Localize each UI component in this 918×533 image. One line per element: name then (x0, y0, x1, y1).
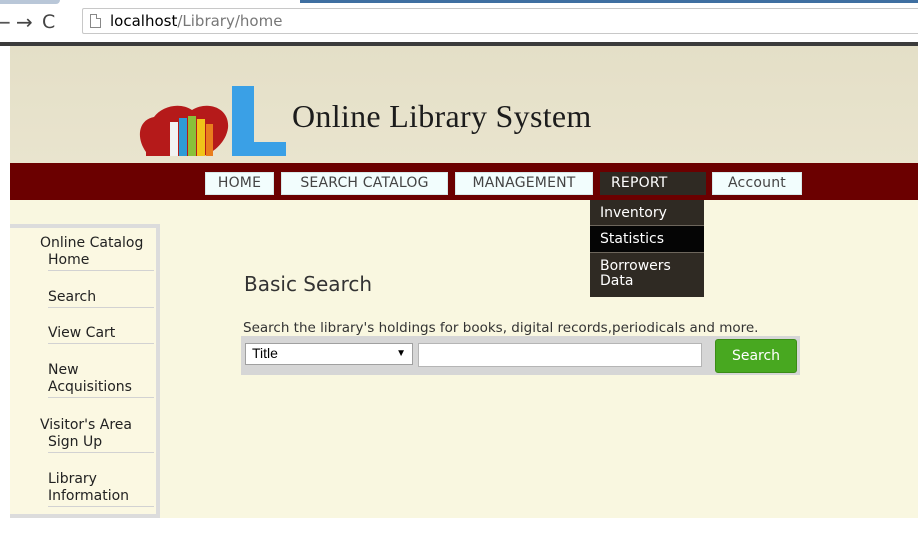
nav-search-catalog[interactable]: SEARCH CATALOG (281, 172, 448, 195)
logo-letter-l (232, 86, 286, 156)
menu-item-label-line1: Borrowers (600, 258, 671, 274)
sidebar-item-search[interactable]: Search (48, 289, 96, 306)
library-logo-icon (139, 86, 286, 156)
url-text[interactable]: localhost/Library/home (110, 12, 282, 30)
tab-strip-line (300, 0, 918, 3)
logo-book-1 (170, 122, 178, 156)
main-navbar: HOME SEARCH CATALOG MANAGEMENT REPORT Ac… (10, 163, 918, 200)
sidebar-item-new-line1[interactable]: New (48, 362, 79, 379)
menu-item-label-line2: Data (600, 273, 634, 289)
web-page: Online Library System HOME SEARCH CATALO… (0, 42, 918, 533)
tab-strip (0, 0, 918, 5)
back-button[interactable]: ← (0, 12, 11, 32)
sidebar-item-home[interactable]: Home (48, 252, 89, 269)
sidebar-item-new-acquisitions[interactable]: Acquisitions (48, 379, 132, 396)
menu-item-inventory[interactable]: Inventory (590, 200, 704, 226)
sidebar-item-library-information[interactable]: Information (48, 488, 129, 505)
search-input[interactable] (418, 343, 702, 367)
sidebar-divider (48, 506, 154, 507)
url-path: /Library/home (177, 12, 283, 30)
nav-report[interactable]: REPORT (600, 172, 706, 195)
sidebar-divider (48, 397, 154, 398)
page-icon (90, 14, 101, 28)
search-field-select[interactable]: Title ▼ (245, 343, 413, 365)
search-description: Search the library's holdings for books,… (243, 320, 759, 336)
logo-book-2 (179, 118, 187, 156)
site-title: Online Library System (292, 98, 592, 134)
sidebar-heading-online-catalog: Online Catalog (40, 235, 144, 251)
sidebar-divider (48, 270, 154, 271)
logo-book-5 (206, 124, 213, 156)
browser-toolbar: ← → C localhost/Library/home (0, 0, 918, 42)
nav-account[interactable]: Account (712, 172, 802, 195)
nav-home[interactable]: HOME (205, 172, 274, 195)
search-field-value: Title (252, 345, 278, 361)
sidebar-divider (48, 452, 154, 453)
page-bottom (0, 518, 918, 533)
logo-book-3 (188, 116, 196, 156)
sidebar-item-sign-up[interactable]: Sign Up (48, 434, 102, 451)
logo-book-4 (197, 119, 205, 156)
nav-management[interactable]: MANAGEMENT (455, 172, 593, 195)
search-bar: Title ▼ Search (241, 336, 800, 375)
menu-item-borrowers-data[interactable]: Borrowers Data (590, 253, 704, 297)
sidebar-item-library-line1[interactable]: Library (48, 471, 97, 488)
page-title: Basic Search (244, 272, 373, 296)
url-host: localhost (110, 12, 178, 30)
sidebar-divider (48, 343, 154, 344)
report-dropdown-menu: Inventory Statistics Borrowers Data (590, 200, 704, 297)
forward-button[interactable]: → (16, 12, 33, 32)
sidebar-heading-visitors-area: Visitor's Area (40, 417, 132, 433)
sidebar-item-view-cart[interactable]: View Cart (48, 325, 115, 342)
dropdown-arrow-icon: ▼ (396, 348, 406, 359)
sidebar-divider (48, 307, 154, 308)
sidebar: Online Catalog Home Search View Cart New… (10, 224, 160, 518)
reload-button[interactable]: C (42, 12, 55, 32)
search-button[interactable]: Search (715, 339, 797, 373)
content-area: Online Catalog Home Search View Cart New… (10, 200, 918, 518)
active-tab-edge[interactable] (0, 0, 60, 4)
menu-item-statistics[interactable]: Statistics (590, 226, 704, 253)
